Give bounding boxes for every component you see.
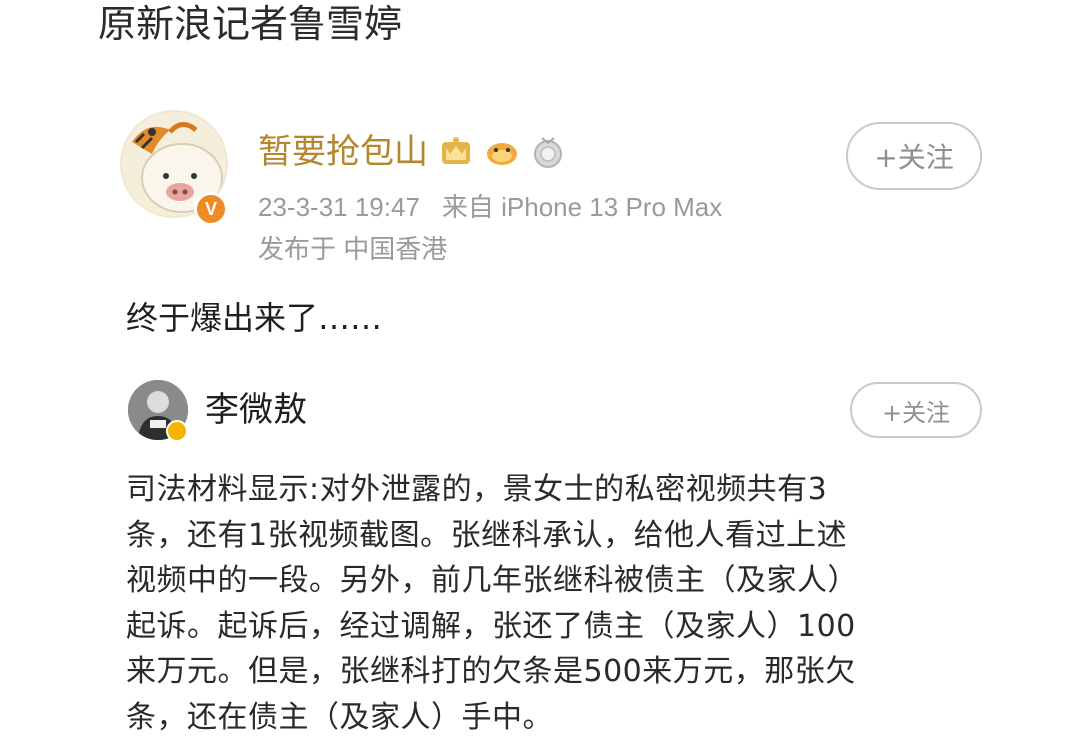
body-line: 视频中的一段。另外，前几年张继科被债主（及家人） (126, 563, 858, 598)
verified-badge-icon: V (194, 192, 228, 226)
body-line: 条，还有1张视频截图。张继科承认，给他人看过上述 (126, 517, 848, 553)
screenshot: 原新浪记者鲁雪婷 V 暂要抢包山 23-3-31 19:47 来自 iPhone… (0, 0, 1080, 743)
caption-title: 原新浪记者鲁雪婷 (98, 2, 403, 46)
repost-body-text: 司法材料显示:对外泄露的，景女士的私密视频共有3 条，还有1张视频截图。张继科承… (126, 467, 986, 740)
fish-medal-icon (487, 143, 517, 165)
body-line: 司法材料显示:对外泄露的，景女士的私密视频共有3 (126, 472, 828, 507)
follow-button[interactable]: +关注 (846, 122, 982, 190)
main-username-row: 暂要抢包山 (258, 130, 566, 174)
post-text: 终于爆出来了…… (126, 299, 383, 337)
post-source: 来自 iPhone 13 Pro Max (441, 192, 723, 222)
yellow-verified-badge-icon (166, 420, 188, 442)
repost-username[interactable]: 李微敖 (205, 388, 307, 432)
crown-medal-icon (442, 137, 470, 164)
silver-medal-icon (534, 137, 562, 168)
post-timestamp: 23-3-31 19:47 (258, 192, 420, 222)
post-meta: 23-3-31 19:47 来自 iPhone 13 Pro Max (258, 190, 722, 224)
body-line: 条，还在债主（及家人）手中。 (126, 699, 553, 735)
post-location: 发布于 中国香港 (258, 234, 448, 264)
body-line: 来万元。但是，张继科打的欠条是500来万元，那张欠 (126, 654, 856, 689)
main-username[interactable]: 暂要抢包山 (258, 130, 428, 174)
repost-follow-button[interactable]: +关注 (850, 382, 982, 438)
body-line: 起诉。起诉后，经过调解，张还了债主（及家人）100 (126, 608, 856, 644)
